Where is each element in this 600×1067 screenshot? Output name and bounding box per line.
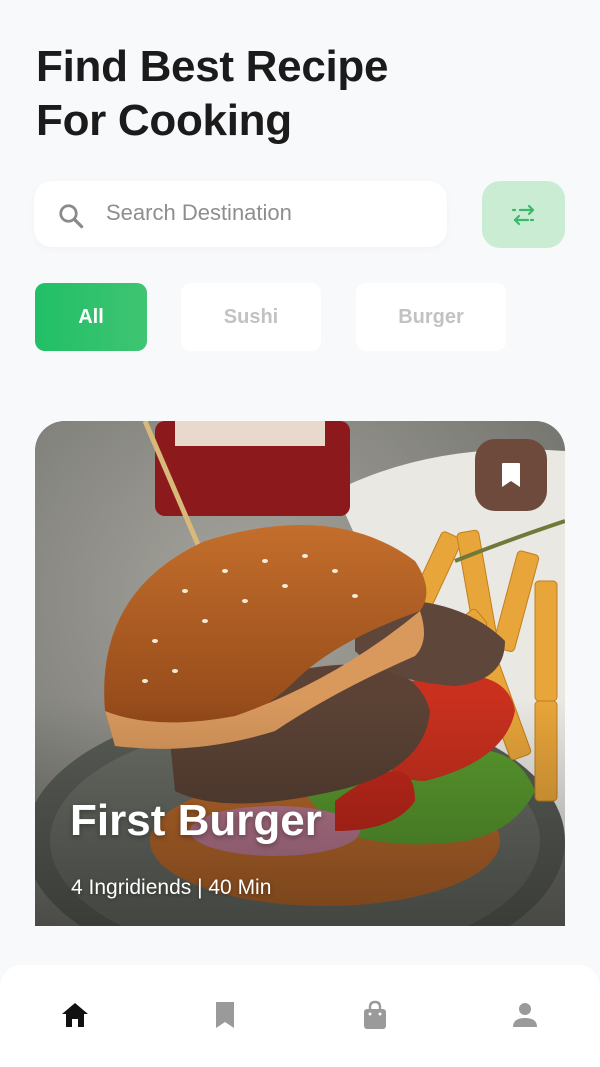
bottom-navigation xyxy=(0,965,600,1067)
bookmark-icon xyxy=(502,463,520,487)
filter-button[interactable] xyxy=(482,181,565,248)
nav-home[interactable] xyxy=(58,998,92,1032)
bookmark-button[interactable] xyxy=(475,439,547,511)
chip-sushi[interactable]: Sushi xyxy=(181,283,321,351)
nav-profile[interactable] xyxy=(508,998,542,1032)
featured-recipe-card[interactable]: First Burger 4 Ingridiends | 40 Min xyxy=(35,421,565,926)
page-title: Find Best Recipe For Cooking xyxy=(36,40,388,148)
shopping-bag-icon xyxy=(364,1000,386,1029)
home-icon xyxy=(62,1003,88,1027)
title-line-1: Find Best Recipe xyxy=(36,42,389,91)
swap-arrows-icon xyxy=(511,204,536,225)
search-bar[interactable] xyxy=(34,181,447,247)
user-icon xyxy=(513,1003,537,1027)
title-line-2: For Cooking xyxy=(36,96,292,145)
chip-label: All xyxy=(78,305,104,328)
bookmark-icon xyxy=(216,1002,234,1028)
chip-burger[interactable]: Burger xyxy=(356,283,506,351)
category-chips: All Sushi Burger xyxy=(0,283,600,351)
search-icon xyxy=(59,204,84,229)
chip-label: Sushi xyxy=(223,305,279,328)
recipe-title: First Burger xyxy=(70,796,322,845)
nav-saved[interactable] xyxy=(208,998,242,1032)
search-input[interactable] xyxy=(104,195,428,231)
recipe-meta: 4 Ingridiends | 40 Min xyxy=(71,876,272,899)
nav-shop[interactable] xyxy=(358,998,392,1032)
chip-all[interactable]: All xyxy=(35,283,147,351)
chip-label: Burger xyxy=(398,305,464,328)
